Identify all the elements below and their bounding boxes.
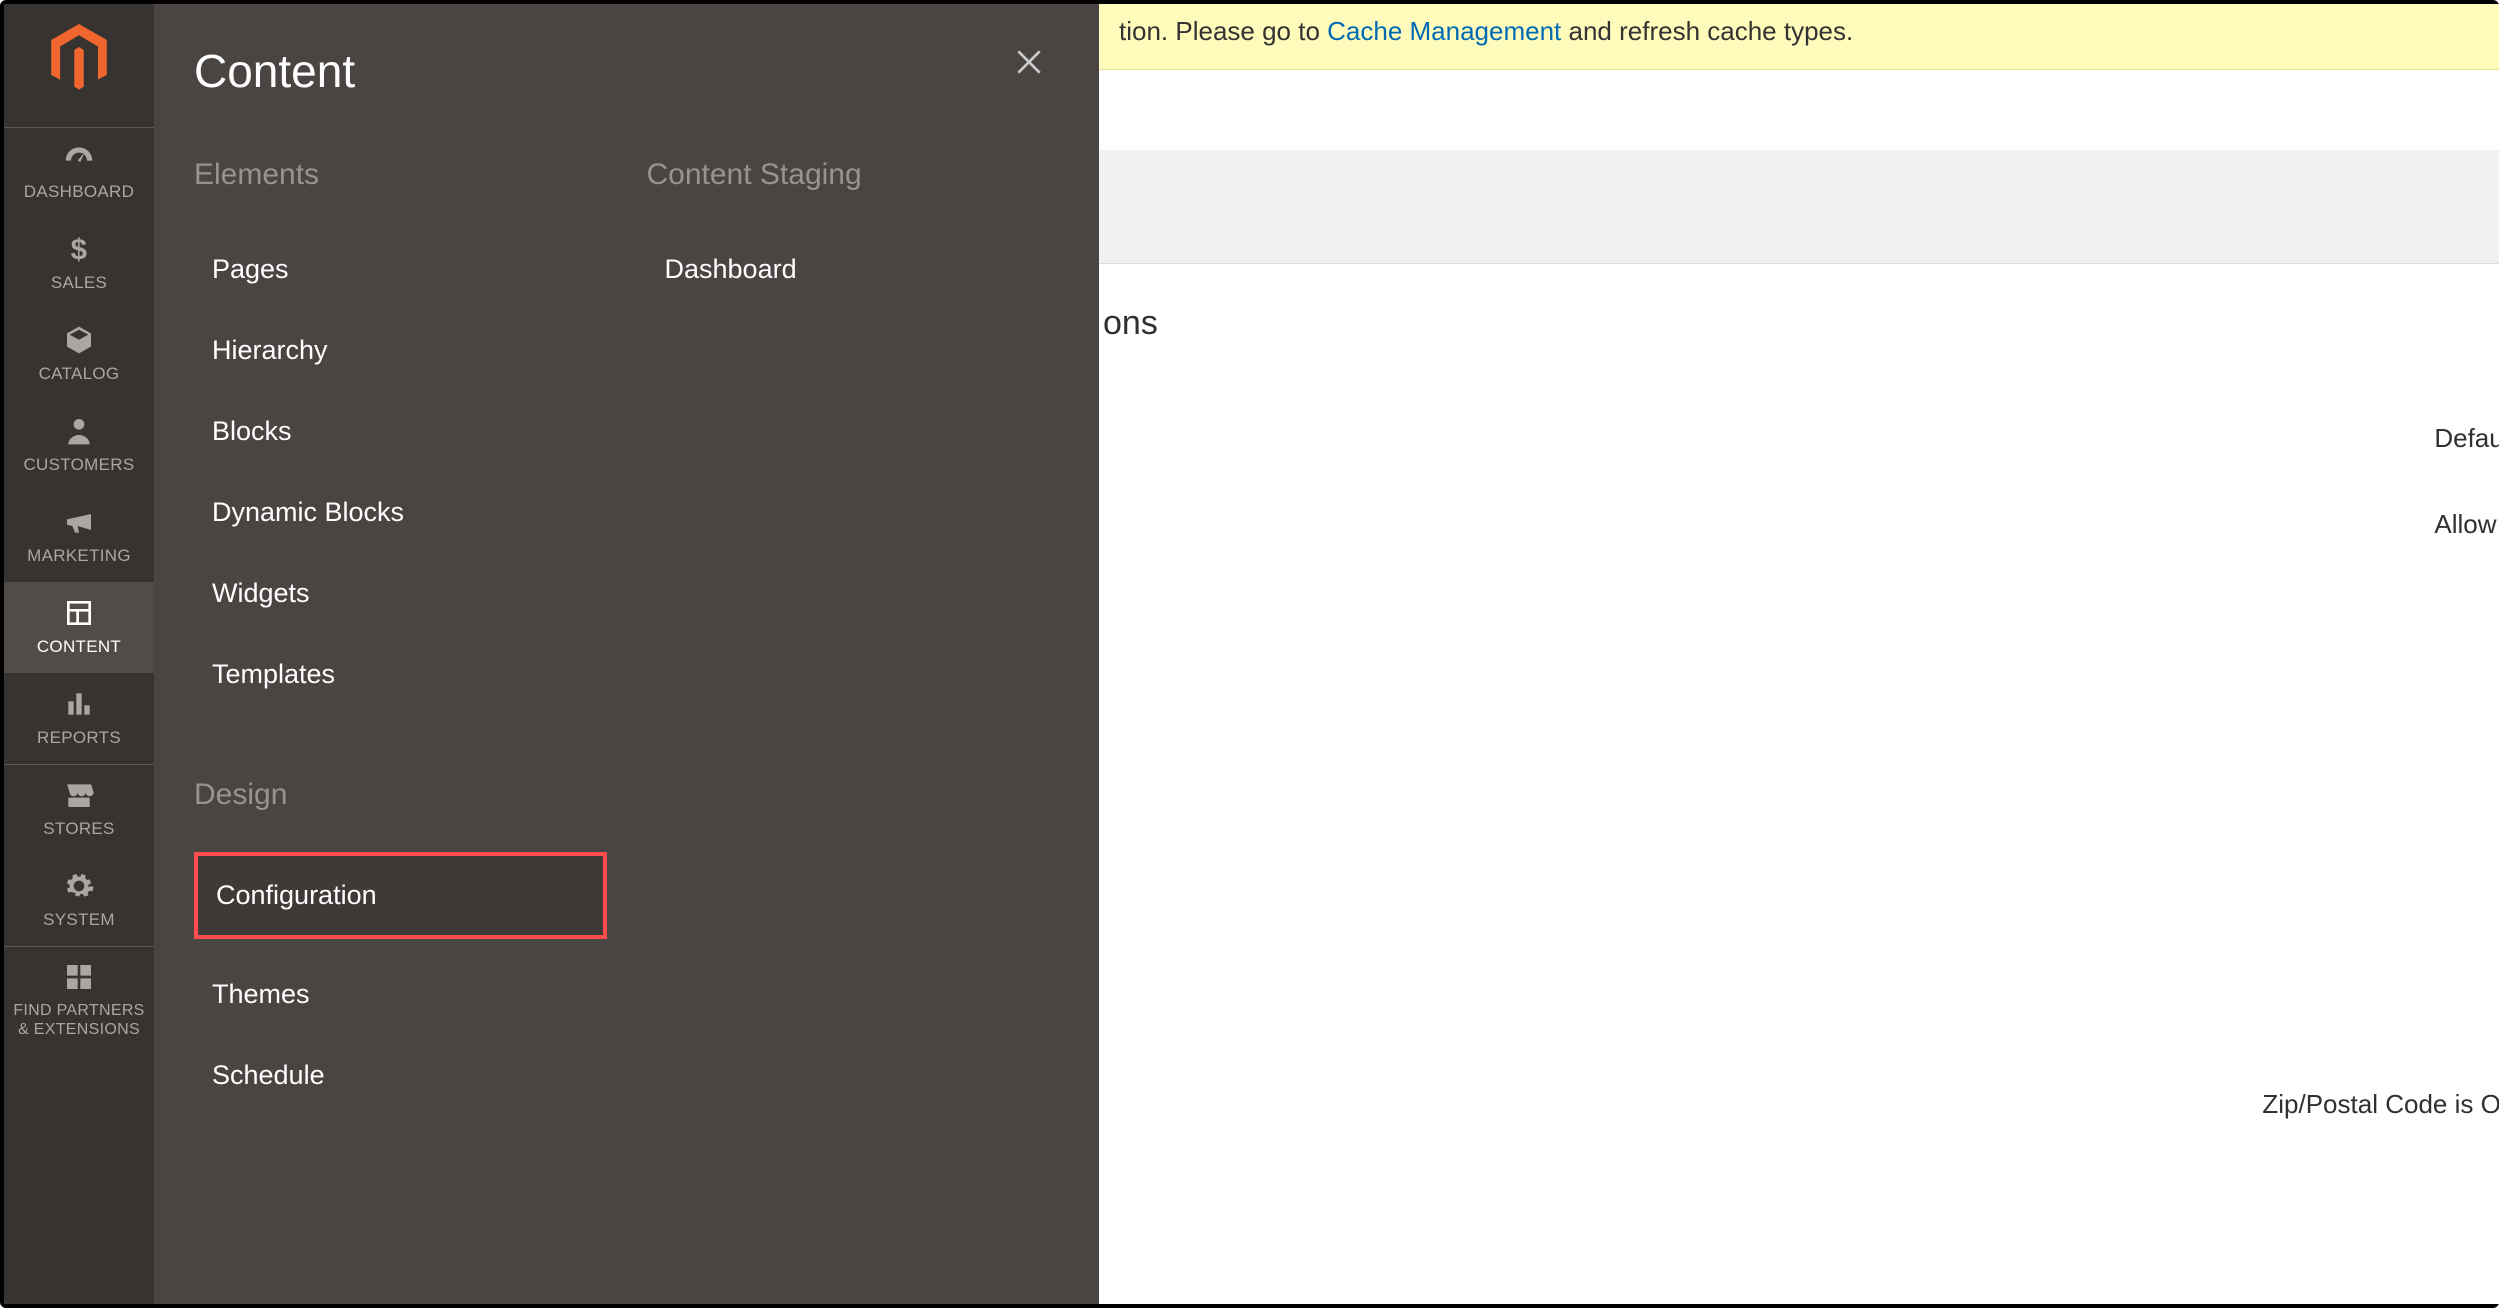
layout-icon [60, 597, 98, 629]
rail-item-dashboard[interactable]: DASHBOARD [4, 127, 154, 218]
cache-notice: tion. Please go to Cache Management and … [1099, 4, 2499, 70]
close-button[interactable] [1013, 46, 1045, 83]
rail-label: CATALOG [39, 364, 120, 383]
menu-templates[interactable]: Templates [194, 637, 607, 712]
rail-label: FIND PARTNERS & EXTENSIONS [4, 1001, 154, 1039]
notice-text: tion. Please go to [1119, 16, 1327, 46]
rail-label: CUSTOMERS [23, 455, 134, 474]
rail-item-marketing[interactable]: MARKETING [4, 491, 154, 582]
section-title-fragment: ons [1099, 304, 2499, 343]
rail-item-customers[interactable]: CUSTOMERS [4, 400, 154, 491]
menu-schedule[interactable]: Schedule [194, 1038, 607, 1113]
menu-themes[interactable]: Themes [194, 957, 607, 1032]
megaphone-icon [60, 506, 98, 538]
rail-label: SALES [51, 273, 107, 292]
rail-item-sales[interactable]: $ SALES [4, 218, 154, 309]
toolbar-placeholder [1099, 150, 2499, 264]
menu-widgets[interactable]: Widgets [194, 556, 607, 631]
bars-icon [60, 688, 98, 720]
menu-hierarchy[interactable]: Hierarchy [194, 313, 607, 388]
scope-website: [website] [1099, 544, 2499, 567]
blocks-icon [60, 961, 98, 993]
rail-item-stores[interactable]: STORES [4, 764, 154, 855]
rail-label: REPORTS [37, 728, 121, 747]
menu-configuration[interactable]: Configuration [194, 852, 607, 939]
rail-item-content[interactable]: CONTENT [4, 582, 154, 673]
group-elements-title: Elements [194, 158, 607, 192]
rail-item-partners[interactable]: FIND PARTNERS & EXTENSIONS [4, 946, 154, 1055]
rail-item-catalog[interactable]: CATALOG [4, 309, 154, 400]
label-default-country: Default Country [store view] [1099, 423, 2499, 481]
cache-management-link[interactable]: Cache Management [1327, 16, 1561, 46]
box-icon [60, 324, 98, 356]
content-flyout: Content Elements Pages Hierarchy Blocks … [154, 4, 1099, 1304]
rail-label: DASHBOARD [24, 182, 134, 201]
dollar-icon: $ [60, 233, 98, 265]
label-allow-countries: Allow Countries [website] [1099, 509, 2499, 567]
flyout-title: Content [194, 44, 1059, 98]
menu-blocks[interactable]: Blocks [194, 394, 607, 469]
svg-text:$: $ [71, 234, 88, 265]
person-icon [60, 415, 98, 447]
notice-end: and refresh cache types. [1561, 16, 1853, 46]
admin-sidebar: DASHBOARD $ SALES CATALOG CUSTOMERS MARK… [4, 4, 154, 1304]
gear-icon [60, 870, 98, 902]
storefront-icon [60, 779, 98, 811]
menu-pages[interactable]: Pages [194, 232, 607, 307]
gauge-icon [60, 142, 98, 174]
group-design-title: Design [194, 778, 607, 812]
rail-label: CONTENT [37, 637, 121, 656]
rail-item-reports[interactable]: REPORTS [4, 673, 154, 764]
rail-label: SYSTEM [43, 910, 115, 929]
label-zip-optional: Zip/Postal Code is Optional for [1099, 1089, 2499, 1120]
rail-item-system[interactable]: SYSTEM [4, 855, 154, 946]
rail-label: MARKETING [27, 546, 131, 565]
magento-logo [49, 24, 109, 97]
group-staging-title: Content Staging [647, 158, 1060, 192]
close-icon [1013, 46, 1045, 78]
menu-dynamic-blocks[interactable]: Dynamic Blocks [194, 475, 607, 550]
rail-label: STORES [43, 819, 114, 838]
menu-staging-dashboard[interactable]: Dashboard [647, 232, 1060, 307]
scope-store-view: [store view] [1099, 458, 2499, 481]
main-content: tion. Please go to Cache Management and … [1099, 4, 2499, 1304]
